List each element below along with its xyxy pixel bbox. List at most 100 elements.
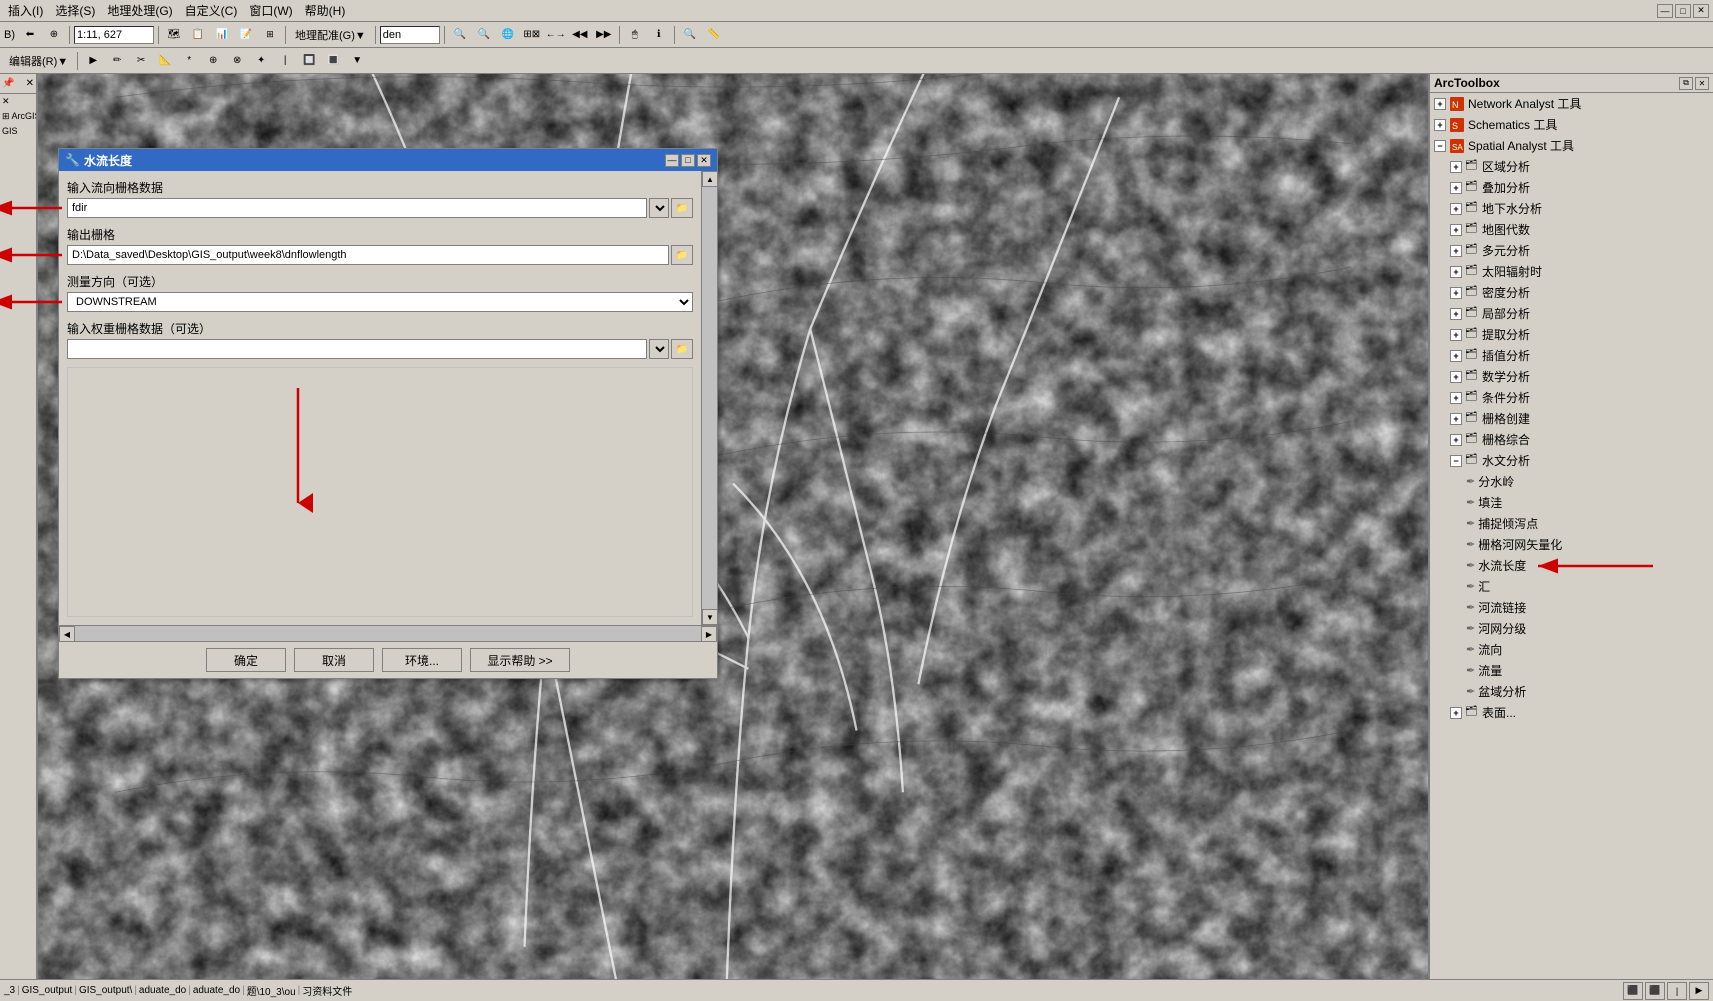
toolbox-item-solar[interactable]: + 🗂 太阳辐射时 (1430, 261, 1713, 282)
close-btn[interactable]: ✕ (1693, 4, 1709, 18)
edit-btn-2[interactable]: ✏ (106, 51, 128, 71)
toolbox-item-flow-dir[interactable]: ✒ 流向 (1430, 639, 1713, 660)
btn-help[interactable]: 显示帮助 >> (470, 648, 570, 672)
weight-browse-btn[interactable]: 📁 (671, 339, 693, 359)
editor-label[interactable]: 编辑器(R)▼ (4, 50, 73, 72)
edit-btn-4[interactable]: 📐 (154, 51, 176, 71)
toolbox-item-stream-link[interactable]: ✒ 河流链接 (1430, 597, 1713, 618)
toolbox-item-schematics[interactable]: + S Schematics 工具 (1430, 114, 1713, 135)
toolbar-btn-1[interactable]: ⬅ (19, 25, 41, 45)
toolbar-btn-2[interactable]: ⊕ (43, 25, 65, 45)
menu-item-window[interactable]: 窗口(W) (245, 0, 296, 21)
edit-btn-6[interactable]: ⊕ (202, 51, 224, 71)
menu-item-insert[interactable]: 插入(I) (4, 0, 47, 21)
edit-btn-8[interactable]: ✦ (250, 51, 272, 71)
edit-btn-12[interactable]: ▼ (346, 51, 368, 71)
toolbox-item-conditional[interactable]: + 🗂 条件分析 (1430, 387, 1713, 408)
toolbox-item-interpolation[interactable]: + 🗂 插值分析 (1430, 345, 1713, 366)
output-raster-field[interactable] (67, 245, 669, 265)
btn-cancel[interactable]: 取消 (294, 648, 374, 672)
toolbox-item-zonal[interactable]: + 🗂 区域分析 (1430, 156, 1713, 177)
edit-btn-5[interactable]: * (178, 51, 200, 71)
edit-btn-3[interactable]: ✂ (130, 51, 152, 71)
bottom-btn-2[interactable]: ⬛ (1645, 982, 1665, 1000)
scrollbar-right-btn[interactable]: ▶ (701, 626, 717, 642)
menu-item-select[interactable]: 选择(S) (51, 0, 99, 21)
input-flow-browse-btn[interactable]: 📁 (671, 198, 693, 218)
toolbox-item-sink[interactable]: ✒ 捕捉倾泻点 (1430, 513, 1713, 534)
btn-env[interactable]: 环境... (382, 648, 462, 672)
toolbox-item-network-analyst[interactable]: + N Network Analyst 工具 (1430, 93, 1713, 114)
minimize-btn[interactable]: — (1657, 4, 1673, 18)
edit-btn-10[interactable]: 🔲 (298, 51, 320, 71)
maximize-btn[interactable]: □ (1675, 4, 1691, 18)
input-flow-field[interactable] (67, 198, 647, 218)
btn-ok[interactable]: 确定 (206, 648, 286, 672)
output-raster-browse-btn[interactable]: 📁 (671, 245, 693, 265)
geoprocessing-label[interactable]: 地理配准(G)▼ (290, 24, 371, 46)
measure-btn[interactable]: 📏 (703, 25, 725, 45)
toolbox-item-hydrology[interactable]: − 🗂 水文分析 (1430, 450, 1713, 471)
menu-item-help[interactable]: 帮助(H) (301, 0, 350, 21)
weight-field[interactable] (67, 339, 647, 359)
input-flow-dropdown[interactable] (649, 198, 669, 218)
menu-item-geoprocessing[interactable]: 地理处理(G) (103, 0, 176, 21)
pan-btn[interactable]: ←→ (545, 25, 567, 45)
zoom-in-btn[interactable]: 🔍 (449, 25, 471, 45)
field-input[interactable]: den (380, 26, 440, 44)
toolbar-btn-3[interactable]: 🗺 (163, 25, 185, 45)
dialog-close-btn[interactable]: ✕ (697, 154, 711, 167)
direction-select[interactable]: DOWNSTREAM UPSTREAM (67, 292, 693, 312)
toolbox-item-density[interactable]: + 🗂 密度分析 (1430, 282, 1713, 303)
toolbar-btn-5[interactable]: 📊 (211, 25, 233, 45)
edit-btn-9[interactable]: | (274, 51, 296, 71)
scrollbar-down-btn[interactable]: ▼ (702, 609, 718, 625)
edit-btn-7[interactable]: ⊗ (226, 51, 248, 71)
toolbar-btn-7[interactable]: ⊞ (259, 25, 281, 45)
toolbox-item-raster-creation[interactable]: + 🗂 栅格创建 (1430, 408, 1713, 429)
zoom-out-btn[interactable]: 🔍 (473, 25, 495, 45)
toolbox-item-overlay[interactable]: + 🗂 叠加分析 (1430, 177, 1713, 198)
toolbox-item-stream-order[interactable]: ✒ 河网分级 (1430, 618, 1713, 639)
toolbox-item-fill[interactable]: ✒ 填洼 (1430, 492, 1713, 513)
select-btn[interactable]: ⊞⊠ (521, 25, 543, 45)
search-btn[interactable]: 🔍 (679, 25, 701, 45)
toolbox-item-flow-acc[interactable]: ✒ 流量 (1430, 660, 1713, 681)
scrollbar-up-btn[interactable]: ▲ (702, 171, 718, 187)
toolbox-item-confluence[interactable]: ✒ 汇 (1430, 576, 1713, 597)
toc-pin[interactable]: 📌 (2, 78, 14, 89)
scrollbar-left-btn[interactable]: ◀ (59, 626, 75, 642)
toolbox-item-stream-to-feature[interactable]: ✒ 栅格河网矢量化 (1430, 534, 1713, 555)
forward-btn[interactable]: ▶▶ (593, 25, 615, 45)
weight-dropdown[interactable] (649, 339, 669, 359)
toolbox-item-basin[interactable]: ✒ 盆域分析 (1430, 681, 1713, 702)
toolbox-restore-btn[interactable]: ⧉ (1679, 77, 1693, 90)
toolbox-close-btn[interactable]: ✕ (1695, 77, 1709, 90)
bottom-btn-1[interactable]: ⬛ (1623, 982, 1643, 1000)
toolbox-item-mapvalue[interactable]: + 🗂 地图代数 (1430, 219, 1713, 240)
back-btn[interactable]: ◀◀ (569, 25, 591, 45)
toc-close[interactable]: ✕ (26, 78, 34, 89)
toolbox-item-watershed[interactable]: ✒ 分水岭 (1430, 471, 1713, 492)
edit-btn-11[interactable]: 🔳 (322, 51, 344, 71)
left-item-3[interactable]: GIS (0, 124, 36, 138)
menu-item-customize[interactable]: 自定义(C) (181, 0, 242, 21)
toolbox-item-extraction[interactable]: + 🗂 提取分析 (1430, 324, 1713, 345)
toolbox-item-local[interactable]: + 🗂 局部分析 (1430, 303, 1713, 324)
identify-btn[interactable]: 🖱 (624, 25, 646, 45)
toolbox-item-spatial-analyst[interactable]: − SA Spatial Analyst 工具 (1430, 135, 1713, 156)
toolbox-item-surface[interactable]: + 🗂 表面... (1430, 702, 1713, 723)
info-btn[interactable]: ℹ (648, 25, 670, 45)
dialog-minimize-btn[interactable]: — (665, 154, 679, 167)
toolbox-item-multivariate[interactable]: + 🗂 多元分析 (1430, 240, 1713, 261)
toolbar-btn-6[interactable]: 📝 (235, 25, 257, 45)
toolbar-btn-4[interactable]: 📋 (187, 25, 209, 45)
toolbox-item-flow-length[interactable]: ✒ 水流长度 (1430, 555, 1713, 576)
edit-btn-1[interactable]: ▶ (82, 51, 104, 71)
toolbox-item-groundwater[interactable]: + 🗂 地下水分析 (1430, 198, 1713, 219)
bottom-btn-4[interactable]: ▶ (1689, 982, 1709, 1000)
left-item-2[interactable]: ⊞ ArcGIS (0, 109, 36, 124)
toolbox-item-generalization[interactable]: + 🗂 栅格综合 (1430, 429, 1713, 450)
scale-input[interactable]: 1:11, 627 (74, 26, 154, 44)
dialog-maximize-btn[interactable]: □ (681, 154, 695, 167)
